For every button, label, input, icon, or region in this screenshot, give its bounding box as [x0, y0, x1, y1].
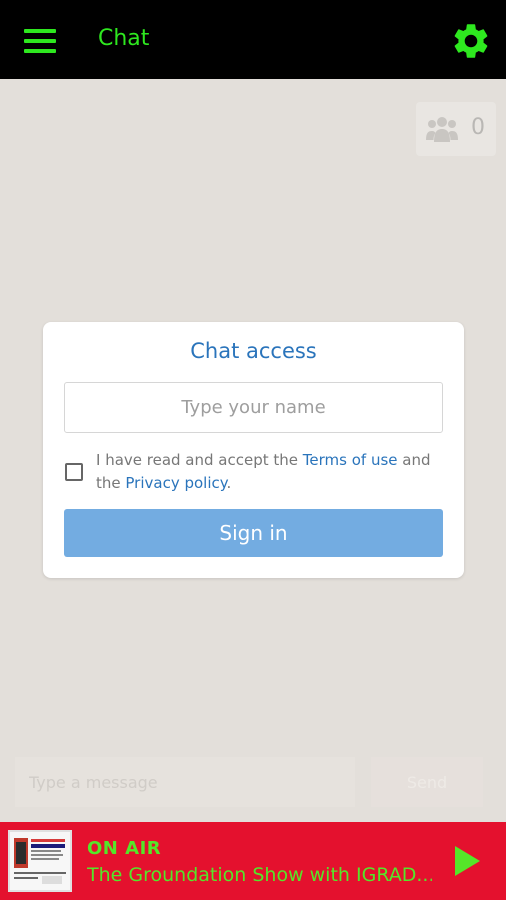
- play-icon[interactable]: [452, 844, 482, 878]
- name-input[interactable]: [64, 382, 443, 433]
- chat-access-dialog: Chat access I have read and accept the T…: [43, 322, 464, 578]
- terms-prefix: I have read and accept the: [96, 451, 303, 469]
- terms-text: I have read and accept the Terms of use …: [96, 449, 446, 495]
- hamburger-menu-icon[interactable]: [24, 29, 56, 53]
- cover-art-icon: [10, 832, 70, 890]
- message-input[interactable]: [15, 757, 355, 807]
- privacy-policy-link[interactable]: Privacy policy: [125, 474, 226, 492]
- show-cover-image: [8, 830, 72, 892]
- top-app-bar: Chat: [0, 0, 506, 79]
- now-playing-bar[interactable]: ON AIR The Groundation Show with IGRAD..…: [0, 822, 506, 900]
- page-title: Chat: [98, 26, 150, 51]
- gear-icon[interactable]: [450, 20, 492, 62]
- sign-in-button[interactable]: Sign in: [64, 509, 443, 557]
- terms-of-use-link[interactable]: Terms of use: [303, 451, 398, 469]
- show-title: The Groundation Show with IGRAD...: [87, 864, 432, 886]
- terms-checkbox[interactable]: [65, 463, 83, 481]
- chat-area: 0 Chat access I have read and accept the…: [0, 79, 506, 822]
- online-users-badge[interactable]: 0: [416, 102, 496, 156]
- dialog-title: Chat access: [190, 339, 317, 363]
- terms-suffix: .: [226, 474, 232, 492]
- users-count: 0: [471, 115, 485, 140]
- send-button[interactable]: Send: [371, 757, 483, 807]
- on-air-label: ON AIR: [87, 838, 162, 859]
- users-group-icon: [426, 117, 458, 142]
